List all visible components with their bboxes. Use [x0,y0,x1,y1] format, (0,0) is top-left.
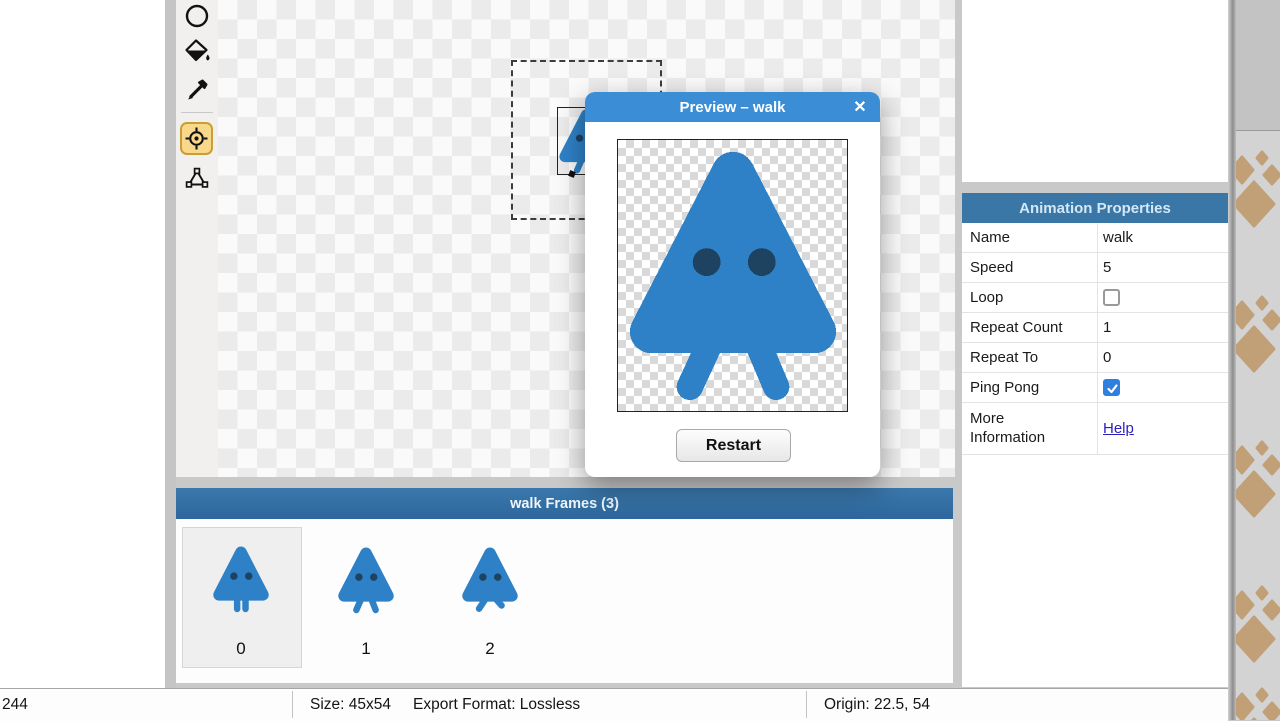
bone-tool-button[interactable] [176,163,218,193]
property-row-speed: Speed 5 [962,253,1228,283]
window-edge-groove [1228,0,1236,720]
ping-pong-checkbox[interactable] [1103,379,1120,396]
desktop-background-strip [1236,0,1280,720]
preview-dialog-title: Preview – walk [679,98,786,116]
properties-column-divider [1097,223,1098,455]
ellipse-tool-button[interactable] [176,1,218,31]
frame-1-sprite[interactable] [337,546,395,616]
property-row-more-information: More Information Help [962,403,1228,455]
help-link[interactable]: Help [1103,403,1134,455]
status-origin: Origin: 22.5, 54 [824,696,930,713]
frame-2-sprite[interactable] [461,546,519,616]
preview-animation-frame [617,139,848,412]
origin-crosshair-icon [185,127,208,150]
frames-panel-header: walk Frames (3) [176,488,953,519]
name-value[interactable]: walk [1103,223,1133,253]
animation-properties-panel: Animation Properties Name walk Speed 5 L… [962,193,1228,687]
preview-sprite-image [625,147,841,401]
sprite-bounding-box [557,107,587,175]
bone-skeleton-icon [185,167,209,188]
status-export-format: Export Format: Lossless [413,696,581,713]
frame-0-label: 0 [236,639,246,658]
tools-toolbar [176,0,218,477]
eyedropper-tool-button[interactable] [176,75,218,105]
restart-button[interactable]: Restart [676,429,791,462]
frame-1-label: 1 [361,639,371,658]
eyedropper-icon [188,79,208,100]
desktop-plain-area [1236,0,1280,131]
toolbar-divider [181,112,213,113]
fill-bucket-icon [185,39,210,62]
ellipse-icon [185,4,209,28]
speed-value[interactable]: 5 [1103,253,1111,283]
fill-bucket-tool-button[interactable] [176,36,218,66]
property-row-ping-pong: Ping Pong [962,373,1228,403]
frame-0-sprite[interactable] [212,545,270,615]
status-size: Size: 45x54 [310,696,391,713]
right-top-panel [962,0,1228,182]
repeat-count-value[interactable]: 1 [1103,313,1111,343]
status-divider [806,691,807,718]
property-row-repeat-to: Repeat To 0 [962,343,1228,373]
status-bar: 244 Size: 45x54 Export Format: Lossless … [0,688,1228,721]
desktop-diamond-pattern [1236,150,1280,720]
vertical-scrollbar[interactable] [165,0,176,688]
status-divider [292,691,293,718]
loop-checkbox[interactable] [1103,289,1120,306]
preview-dialog-titlebar[interactable]: Preview – walk [585,92,880,122]
property-row-loop: Loop [962,283,1228,313]
checkmark-icon [1107,384,1118,394]
property-row-repeat-count: Repeat Count 1 [962,313,1228,343]
frames-panel: 0 1 2 [176,519,953,683]
canvas-sprite-image [558,108,586,174]
repeat-to-value[interactable]: 0 [1103,343,1111,373]
close-icon[interactable]: ✕ [850,97,870,117]
animation-properties-header: Animation Properties [962,193,1228,223]
left-panel [0,0,165,688]
property-row-name: Name walk [962,223,1228,253]
status-coordinate: 244 [2,696,28,713]
preview-dialog: Preview – walk ✕ Restart [585,92,880,477]
frame-2-label: 2 [485,639,495,658]
origin-tool-button[interactable] [180,122,213,155]
